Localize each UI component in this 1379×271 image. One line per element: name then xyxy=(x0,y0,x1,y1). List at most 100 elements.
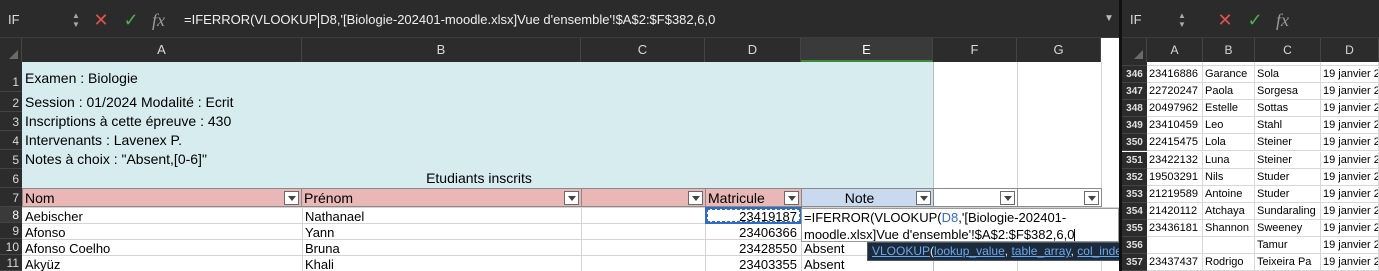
cancel-formula-button[interactable]: ✕ xyxy=(90,8,112,32)
filter-dropdown-icon[interactable] xyxy=(784,191,799,205)
filter-dropdown-icon[interactable] xyxy=(916,191,931,205)
info-intervenants[interactable]: Intervenants : Lavenex P. xyxy=(22,132,922,149)
column-header-b[interactable]: B xyxy=(302,38,581,62)
cell-nom[interactable]: Teixeira Pa xyxy=(1255,254,1321,271)
cell-nom[interactable]: Sottas xyxy=(1255,100,1321,117)
cell-nom[interactable]: Stahl xyxy=(1255,117,1321,134)
cell-date[interactable]: 19 janvier 2 xyxy=(1321,169,1379,186)
row-header[interactable]: 349 xyxy=(1122,117,1147,134)
filter-dropdown-icon[interactable] xyxy=(1000,191,1015,205)
cell-date[interactable]: 19 janvier 2 xyxy=(1321,220,1379,237)
cell-nom[interactable]: Akyüz xyxy=(22,256,302,271)
cell-date[interactable]: 19 janvier 2 xyxy=(1321,186,1379,203)
row-header[interactable]: 347 xyxy=(1122,83,1147,100)
row-header-10[interactable]: 10 xyxy=(0,239,22,255)
cell-date[interactable]: 19 janvier 2 xyxy=(1321,152,1379,169)
row-header[interactable]: 357 xyxy=(1122,254,1147,271)
in-cell-editor[interactable]: =IFERROR(VLOOKUP(D8,'[Biologie-202401- m… xyxy=(801,208,1119,242)
cell-prenom[interactable]: Antoine xyxy=(1203,186,1255,203)
cell-prenom[interactable]: Shannon xyxy=(1203,220,1255,237)
row-header[interactable]: 346 xyxy=(1122,66,1147,83)
column-header-a[interactable]: A xyxy=(1147,38,1203,62)
select-all-corner[interactable] xyxy=(1122,38,1147,62)
row-header[interactable]: 350 xyxy=(1122,134,1147,151)
cell-nom[interactable]: Aebischer xyxy=(22,208,302,225)
cell-matricule[interactable]: 21219589 xyxy=(1147,186,1203,203)
insert-function-button[interactable]: fx xyxy=(1276,8,1298,32)
cell-date[interactable]: 19 janvier 2 xyxy=(1321,254,1379,271)
cell-nom[interactable]: Steiner xyxy=(1255,134,1321,151)
cell-prenom[interactable]: Leo xyxy=(1203,117,1255,134)
cell-nom[interactable]: Studer xyxy=(1255,169,1321,186)
cell-date[interactable]: 19 janvier 2 xyxy=(1321,134,1379,151)
cell-nom[interactable]: Studer xyxy=(1255,186,1321,203)
cell-prenom[interactable]: Atchaya xyxy=(1203,203,1255,220)
column-header-e[interactable]: E xyxy=(801,38,933,62)
cancel-formula-button[interactable]: ✕ xyxy=(1214,8,1236,32)
cell-nom[interactable]: Afonso Coelho xyxy=(22,240,302,257)
filter-dropdown-icon[interactable] xyxy=(1084,191,1099,205)
row-header[interactable]: 352 xyxy=(1122,169,1147,186)
row-header-2[interactable]: 2 xyxy=(0,92,22,112)
cell-nom[interactable]: Afonso xyxy=(22,224,302,241)
row-header-11[interactable]: 11 xyxy=(0,255,22,271)
name-box[interactable]: IF ▲ ▼ xyxy=(1126,8,1188,32)
cell-matricule[interactable]: 22415475 xyxy=(1147,134,1203,151)
row-header-7[interactable]: 7 xyxy=(0,188,22,207)
cell-matricule[interactable]: 23436181 xyxy=(1147,220,1203,237)
cell-prenom[interactable]: Rodrigo xyxy=(1203,254,1255,271)
cell-date[interactable]: 19 janvier 2 xyxy=(1321,100,1379,117)
tooltip-function-name[interactable]: VLOOKUP xyxy=(872,244,930,258)
cell-prenom[interactable]: Bruna xyxy=(302,240,581,257)
row-header-9[interactable]: 9 xyxy=(0,223,22,239)
cell-matricule[interactable]: 19503291 xyxy=(1147,169,1203,186)
name-box[interactable]: IF ▲ ▼ xyxy=(4,8,82,32)
row-header[interactable]: 351 xyxy=(1122,152,1147,169)
column-header-d[interactable]: D xyxy=(1321,38,1379,62)
cell-matricule[interactable]: 23437437 xyxy=(1147,254,1203,271)
header-f[interactable] xyxy=(933,188,1018,207)
cell-date[interactable]: 19 janvier 2 xyxy=(1321,117,1379,134)
cell-prenom[interactable]: Khali xyxy=(302,256,581,271)
row-header-5[interactable]: 5 xyxy=(0,150,22,169)
cell-nom[interactable]: Sweeney xyxy=(1255,220,1321,237)
info-exam[interactable]: Examen : Biologie xyxy=(22,70,922,87)
header-nom[interactable]: Nom xyxy=(22,188,302,207)
info-session[interactable]: Session : 01/2024 Modalité : Ecrit xyxy=(22,94,922,111)
cell-matricule[interactable]: 23410459 xyxy=(1147,117,1203,134)
name-box-stepper-icon[interactable]: ▲ ▼ xyxy=(1176,11,1188,29)
tooltip-arg-col-index-num[interactable]: col_index_num xyxy=(1077,244,1119,258)
cell-matricule[interactable]: 23416886 xyxy=(1147,66,1203,83)
header-c[interactable] xyxy=(581,188,706,207)
cell-date[interactable]: 19 janvier 2 xyxy=(1321,83,1379,100)
header-matricule[interactable]: Matricule xyxy=(705,188,802,207)
cell-matricule[interactable]: 20497962 xyxy=(1147,100,1203,117)
filter-dropdown-icon[interactable] xyxy=(564,191,579,205)
row-header[interactable]: 354 xyxy=(1122,203,1147,220)
section-title[interactable]: Etudiants inscrits xyxy=(22,170,933,187)
name-box-stepper-icon[interactable]: ▲ ▼ xyxy=(70,11,82,29)
cell-prenom[interactable]: Estelle xyxy=(1203,100,1255,117)
confirm-formula-button[interactable]: ✓ xyxy=(1244,8,1266,32)
tooltip-arg-lookup-value[interactable]: lookup_value xyxy=(934,244,1005,258)
column-header-b[interactable]: B xyxy=(1203,38,1255,62)
cell-matricule[interactable]: 23428550 xyxy=(705,240,801,257)
info-notes[interactable]: Notes à choix : "Absent,[0-6]" xyxy=(22,151,922,168)
row-header[interactable]: 355 xyxy=(1122,220,1147,237)
column-header-f[interactable]: F xyxy=(933,38,1017,62)
confirm-formula-button[interactable]: ✓ xyxy=(120,8,142,32)
cell-date[interactable]: 19 janvier 2 xyxy=(1321,66,1379,83)
column-header-d[interactable]: D xyxy=(705,38,801,62)
cell-prenom[interactable]: Nathanael xyxy=(302,208,581,225)
cell-nom[interactable]: Sundaraling xyxy=(1255,203,1321,220)
cell-matricule[interactable]: 23403355 xyxy=(705,256,801,271)
column-header-g[interactable]: G xyxy=(1017,38,1101,62)
cell-prenom[interactable]: Paola xyxy=(1203,83,1255,100)
cell-prenom[interactable]: Yann xyxy=(302,224,581,241)
cell-matricule[interactable]: 22720247 xyxy=(1147,83,1203,100)
tooltip-arg-table-array[interactable]: table_array xyxy=(1011,244,1070,258)
cell-prenom[interactable]: Nils xyxy=(1203,169,1255,186)
insert-function-button[interactable]: fx xyxy=(152,8,174,32)
filter-dropdown-icon[interactable] xyxy=(688,191,703,205)
cell-date[interactable]: 19 janvier 2 xyxy=(1321,203,1379,220)
